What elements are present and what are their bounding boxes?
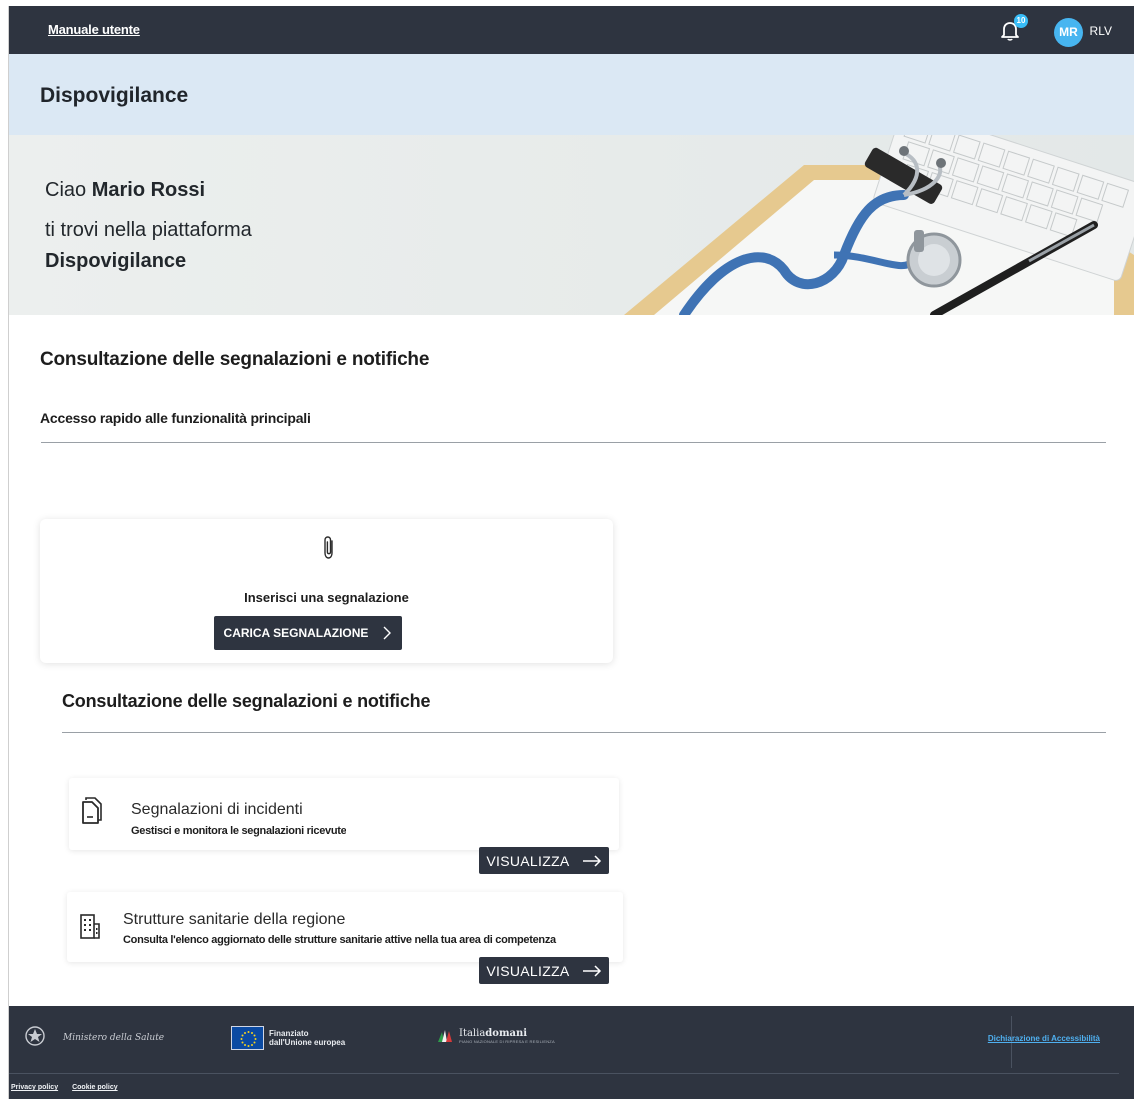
view-facilities-button[interactable]: VISUALIZZA <box>479 957 609 984</box>
paperclip-icon <box>324 536 333 559</box>
notifications-button[interactable]: 10 <box>998 14 1028 44</box>
item-description: Gestisci e monitora le segnalazioni rice… <box>131 825 347 837</box>
italiadomani-logo: Italiadomani PIANO NAZIONALE DI RIPRESA … <box>437 1028 555 1044</box>
arrow-right-icon <box>582 964 601 977</box>
greeting-word: Ciao <box>45 179 87 201</box>
section-heading-secondary: Consultazione delle segnalazioni e notif… <box>62 691 431 711</box>
view-button-label: VISUALIZZA <box>486 852 570 869</box>
list-item: Strutture sanitarie della regione Consul… <box>67 892 623 962</box>
italiadomani-name-b: domani <box>485 1027 528 1039</box>
accessibility-link[interactable]: Dichiarazione di Accessibilità <box>988 1034 1100 1043</box>
view-reports-button[interactable]: VISUALIZZA <box>479 847 609 874</box>
top-bar: Manuale utente 10 MR RLV <box>9 6 1134 54</box>
eu-funding-line1: Finanziato <box>269 1029 309 1038</box>
divider <box>62 732 1106 733</box>
manual-link[interactable]: Manuale utente <box>48 22 140 37</box>
chevron-right-icon <box>383 626 392 640</box>
italiadomani-tagline: PIANO NAZIONALE DI RIPRESA E RESILIENZA <box>459 1038 555 1044</box>
footer-divider <box>9 1073 1119 1074</box>
item-description: Consulta l'elenco aggiornato delle strut… <box>123 934 556 946</box>
section-heading: Consultazione delle segnalazioni e notif… <box>40 349 430 370</box>
italy-flag-icon <box>438 1030 452 1042</box>
app-header: Dispovigilance <box>9 54 1134 135</box>
eu-funding-logo: Finanziato dall'Unione europea <box>231 1026 345 1050</box>
hero-banner: Ciao Mario Rossi ti trovi nella piattafo… <box>9 135 1134 315</box>
upload-button-label: CARICA SEGNALAZIONE <box>223 626 369 640</box>
greeting: Ciao Mario Rossi <box>45 179 205 202</box>
item-title: Segnalazioni di incidenti <box>131 801 303 818</box>
eu-funding-line2: dall'Unione europea <box>269 1038 346 1047</box>
user-role[interactable]: RLV <box>1090 24 1112 38</box>
footer: Ministero della Salute Finanziato dall'U… <box>9 1006 1134 1099</box>
privacy-policy-link[interactable]: Privacy policy <box>11 1084 58 1091</box>
list-item: Segnalazioni di incidenti Gestisci e mon… <box>69 778 619 850</box>
platform-name: Dispovigilance <box>45 250 187 272</box>
notification-badge: 10 <box>1014 14 1028 28</box>
quick-access-heading: Accesso rapido alle funzionalità princip… <box>40 410 311 426</box>
stethoscope-illustration <box>624 135 1134 315</box>
view-button-label: VISUALIZZA <box>486 962 570 979</box>
avatar[interactable]: MR <box>1054 18 1083 47</box>
hero-line: ti trovi nella piattaforma <box>45 219 252 241</box>
eu-flag-icon <box>231 1026 264 1050</box>
document-icon <box>82 797 102 824</box>
page: Manuale utente 10 MR RLV Dispovigilance … <box>8 6 1134 1099</box>
eu-funding-text: Finanziato dall'Unione europea <box>269 1029 345 1047</box>
upload-report-button[interactable]: CARICA SEGNALAZIONE <box>214 616 402 650</box>
app-title: Dispovigilance <box>40 84 189 107</box>
building-icon <box>80 914 100 939</box>
republic-emblem-icon <box>25 1026 45 1046</box>
arrow-right-icon <box>582 854 601 867</box>
cookie-policy-link[interactable]: Cookie policy <box>72 1084 118 1091</box>
divider <box>41 442 1106 443</box>
ministry-logo-text: Ministero della Salute <box>63 1033 165 1043</box>
user-name: Mario Rossi <box>91 179 206 201</box>
upload-report-card: Inserisci una segnalazione CARICA SEGNAL… <box>40 519 613 663</box>
italiadomani-name: Italiadomani <box>459 1027 555 1039</box>
upload-card-label: Inserisci una segnalazione <box>244 590 409 605</box>
item-title: Strutture sanitarie della regione <box>123 911 346 928</box>
footer-links: Privacy policy Cookie policy <box>11 1084 118 1091</box>
italiadomani-name-a: Italia <box>459 1027 486 1039</box>
